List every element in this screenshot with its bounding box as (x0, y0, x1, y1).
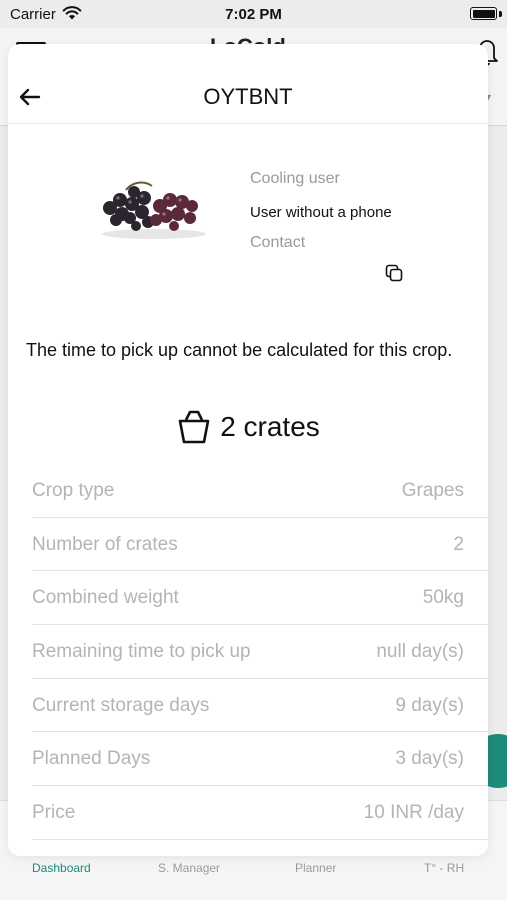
tab-dashboard[interactable]: Dashboard (32, 861, 91, 875)
detail-label: Planned Days (32, 748, 151, 770)
grapes-image (102, 181, 206, 239)
details-list: Crop type Grapes Number of crates 2 Comb… (32, 464, 488, 840)
detail-value: 3 day(s) (395, 748, 464, 770)
copy-icon[interactable] (384, 263, 404, 283)
detail-label: Price (32, 802, 76, 824)
detail-row-combined-weight: Combined weight 50kg (32, 571, 488, 626)
user-name: User without a phone (250, 204, 392, 221)
detail-row-planned-days: Planned Days 3 day(s) (32, 732, 488, 787)
tab-s-manager[interactable]: S. Manager (158, 861, 220, 875)
detail-label: Remaining time to pick up (32, 641, 251, 663)
detail-label: Current storage days (32, 694, 210, 716)
detail-value: null day(s) (376, 641, 464, 663)
detail-value: 50kg (422, 587, 464, 609)
tab-temperature-humidity[interactable]: T° - RH (424, 861, 464, 875)
status-bar: Carrier 7:02 PM (0, 0, 507, 28)
detail-value: 10 INR /day (363, 802, 464, 824)
crates-count: 2 crates (220, 411, 320, 442)
detail-value: 9 day(s) (395, 694, 464, 716)
pickup-time-message: The time to pick up cannot be calculated… (26, 340, 453, 360)
detail-row-remaining-time: Remaining time to pick up null day(s) (32, 625, 488, 679)
detail-row-number-of-crates: Number of crates 2 (32, 518, 488, 572)
crate-details-modal: OYTBNT Cooling user User without a phone… (8, 44, 488, 856)
battery-cap (499, 11, 502, 17)
modal-header: OYTBNT (8, 44, 488, 124)
detail-row-crop-type: Crop type Grapes (32, 464, 488, 518)
tab-planner[interactable]: Planner (295, 861, 336, 875)
detail-label: Number of crates (32, 533, 178, 555)
clock: 7:02 PM (225, 6, 282, 23)
detail-value: Grapes (401, 480, 464, 501)
contact-label: Contact (250, 234, 306, 251)
user-role-label: Cooling user (250, 170, 340, 187)
detail-label: Combined weight (32, 587, 179, 609)
crates-summary: 2 crates (8, 410, 488, 444)
battery-icon (470, 7, 497, 20)
detail-row-price: Price 10 INR /day (32, 786, 488, 840)
detail-row-current-storage-days: Current storage days 9 day(s) (32, 679, 488, 733)
modal-title: OYTBNT (203, 84, 293, 109)
detail-value: 2 (453, 533, 464, 555)
detail-label: Crop type (32, 480, 115, 501)
crate-icon (178, 410, 210, 444)
